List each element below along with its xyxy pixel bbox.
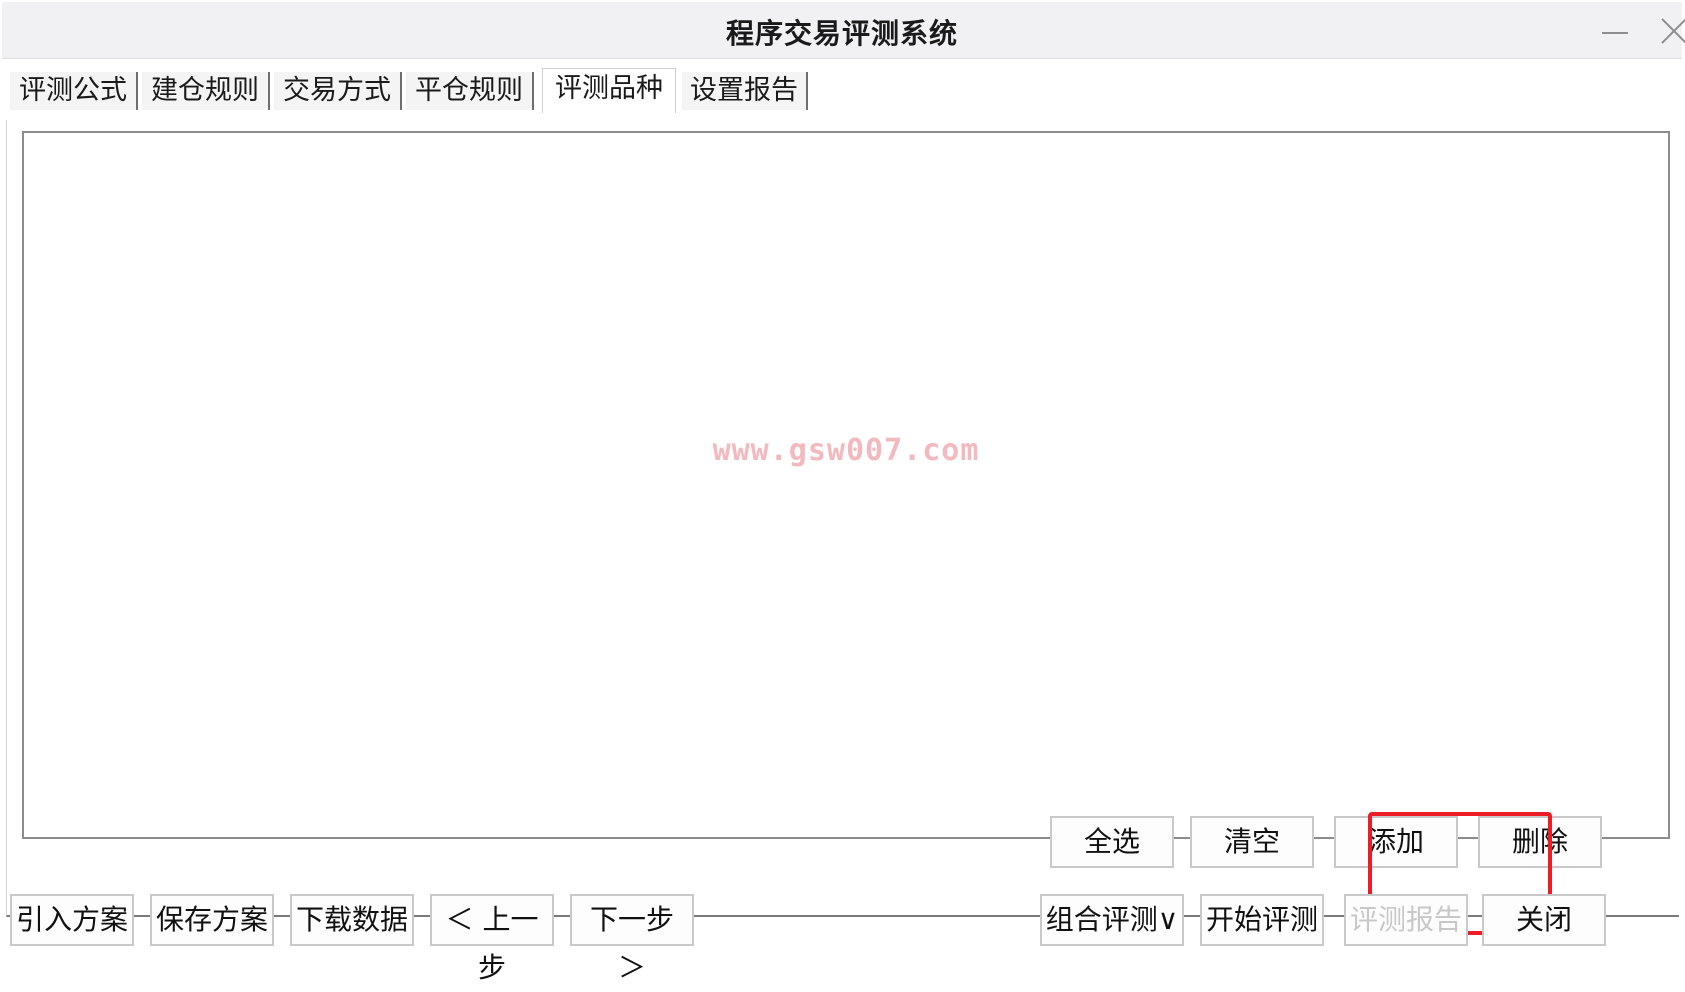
instrument-list[interactable]: www.gsw007.com xyxy=(22,131,1670,839)
add-button[interactable]: 添加 xyxy=(1334,816,1458,868)
delete-button[interactable]: 删除 xyxy=(1478,816,1602,868)
next-step-button[interactable]: 下一步 ＞ xyxy=(570,894,694,984)
tab-trade-mode[interactable]: 交易方式 xyxy=(274,72,402,110)
close-button[interactable]: 关闭 xyxy=(1482,894,1606,946)
tab-report-settings[interactable]: 设置报告 xyxy=(682,72,808,110)
clear-button[interactable]: 清空 xyxy=(1190,816,1314,868)
tab-open-rules[interactable]: 建仓规则 xyxy=(142,72,270,110)
tab-close-rules[interactable]: 平仓规则 xyxy=(406,72,534,110)
import-plan-button[interactable]: 引入方案 xyxy=(10,894,134,946)
start-test-button[interactable]: 开始评测 xyxy=(1200,894,1324,946)
evaluation-window: 程序交易评测系统 评测公式 建仓规则 交易方式 平仓规则 评测品种 设置报告 w… xyxy=(0,0,1685,991)
tab-instruments[interactable]: 评测品种 xyxy=(542,68,676,113)
window-title: 程序交易评测系统 xyxy=(725,17,958,50)
save-plan-button[interactable]: 保存方案 xyxy=(150,894,274,946)
minimize-icon[interactable] xyxy=(1598,14,1632,48)
close-icon[interactable] xyxy=(1657,14,1685,48)
test-report-button[interactable]: 评测报告 xyxy=(1344,894,1468,946)
watermark-text: www.gsw007.com xyxy=(712,433,980,468)
prev-step-button[interactable]: ＜ 上一步 xyxy=(430,894,554,984)
title-bar: 程序交易评测系统 xyxy=(2,2,1682,59)
tab-formula[interactable]: 评测公式 xyxy=(10,72,138,110)
select-all-button[interactable]: 全选 xyxy=(1050,816,1174,868)
combo-test-button[interactable]: 组合评测∨ xyxy=(1040,894,1184,946)
download-data-button[interactable]: 下载数据 xyxy=(290,894,414,946)
